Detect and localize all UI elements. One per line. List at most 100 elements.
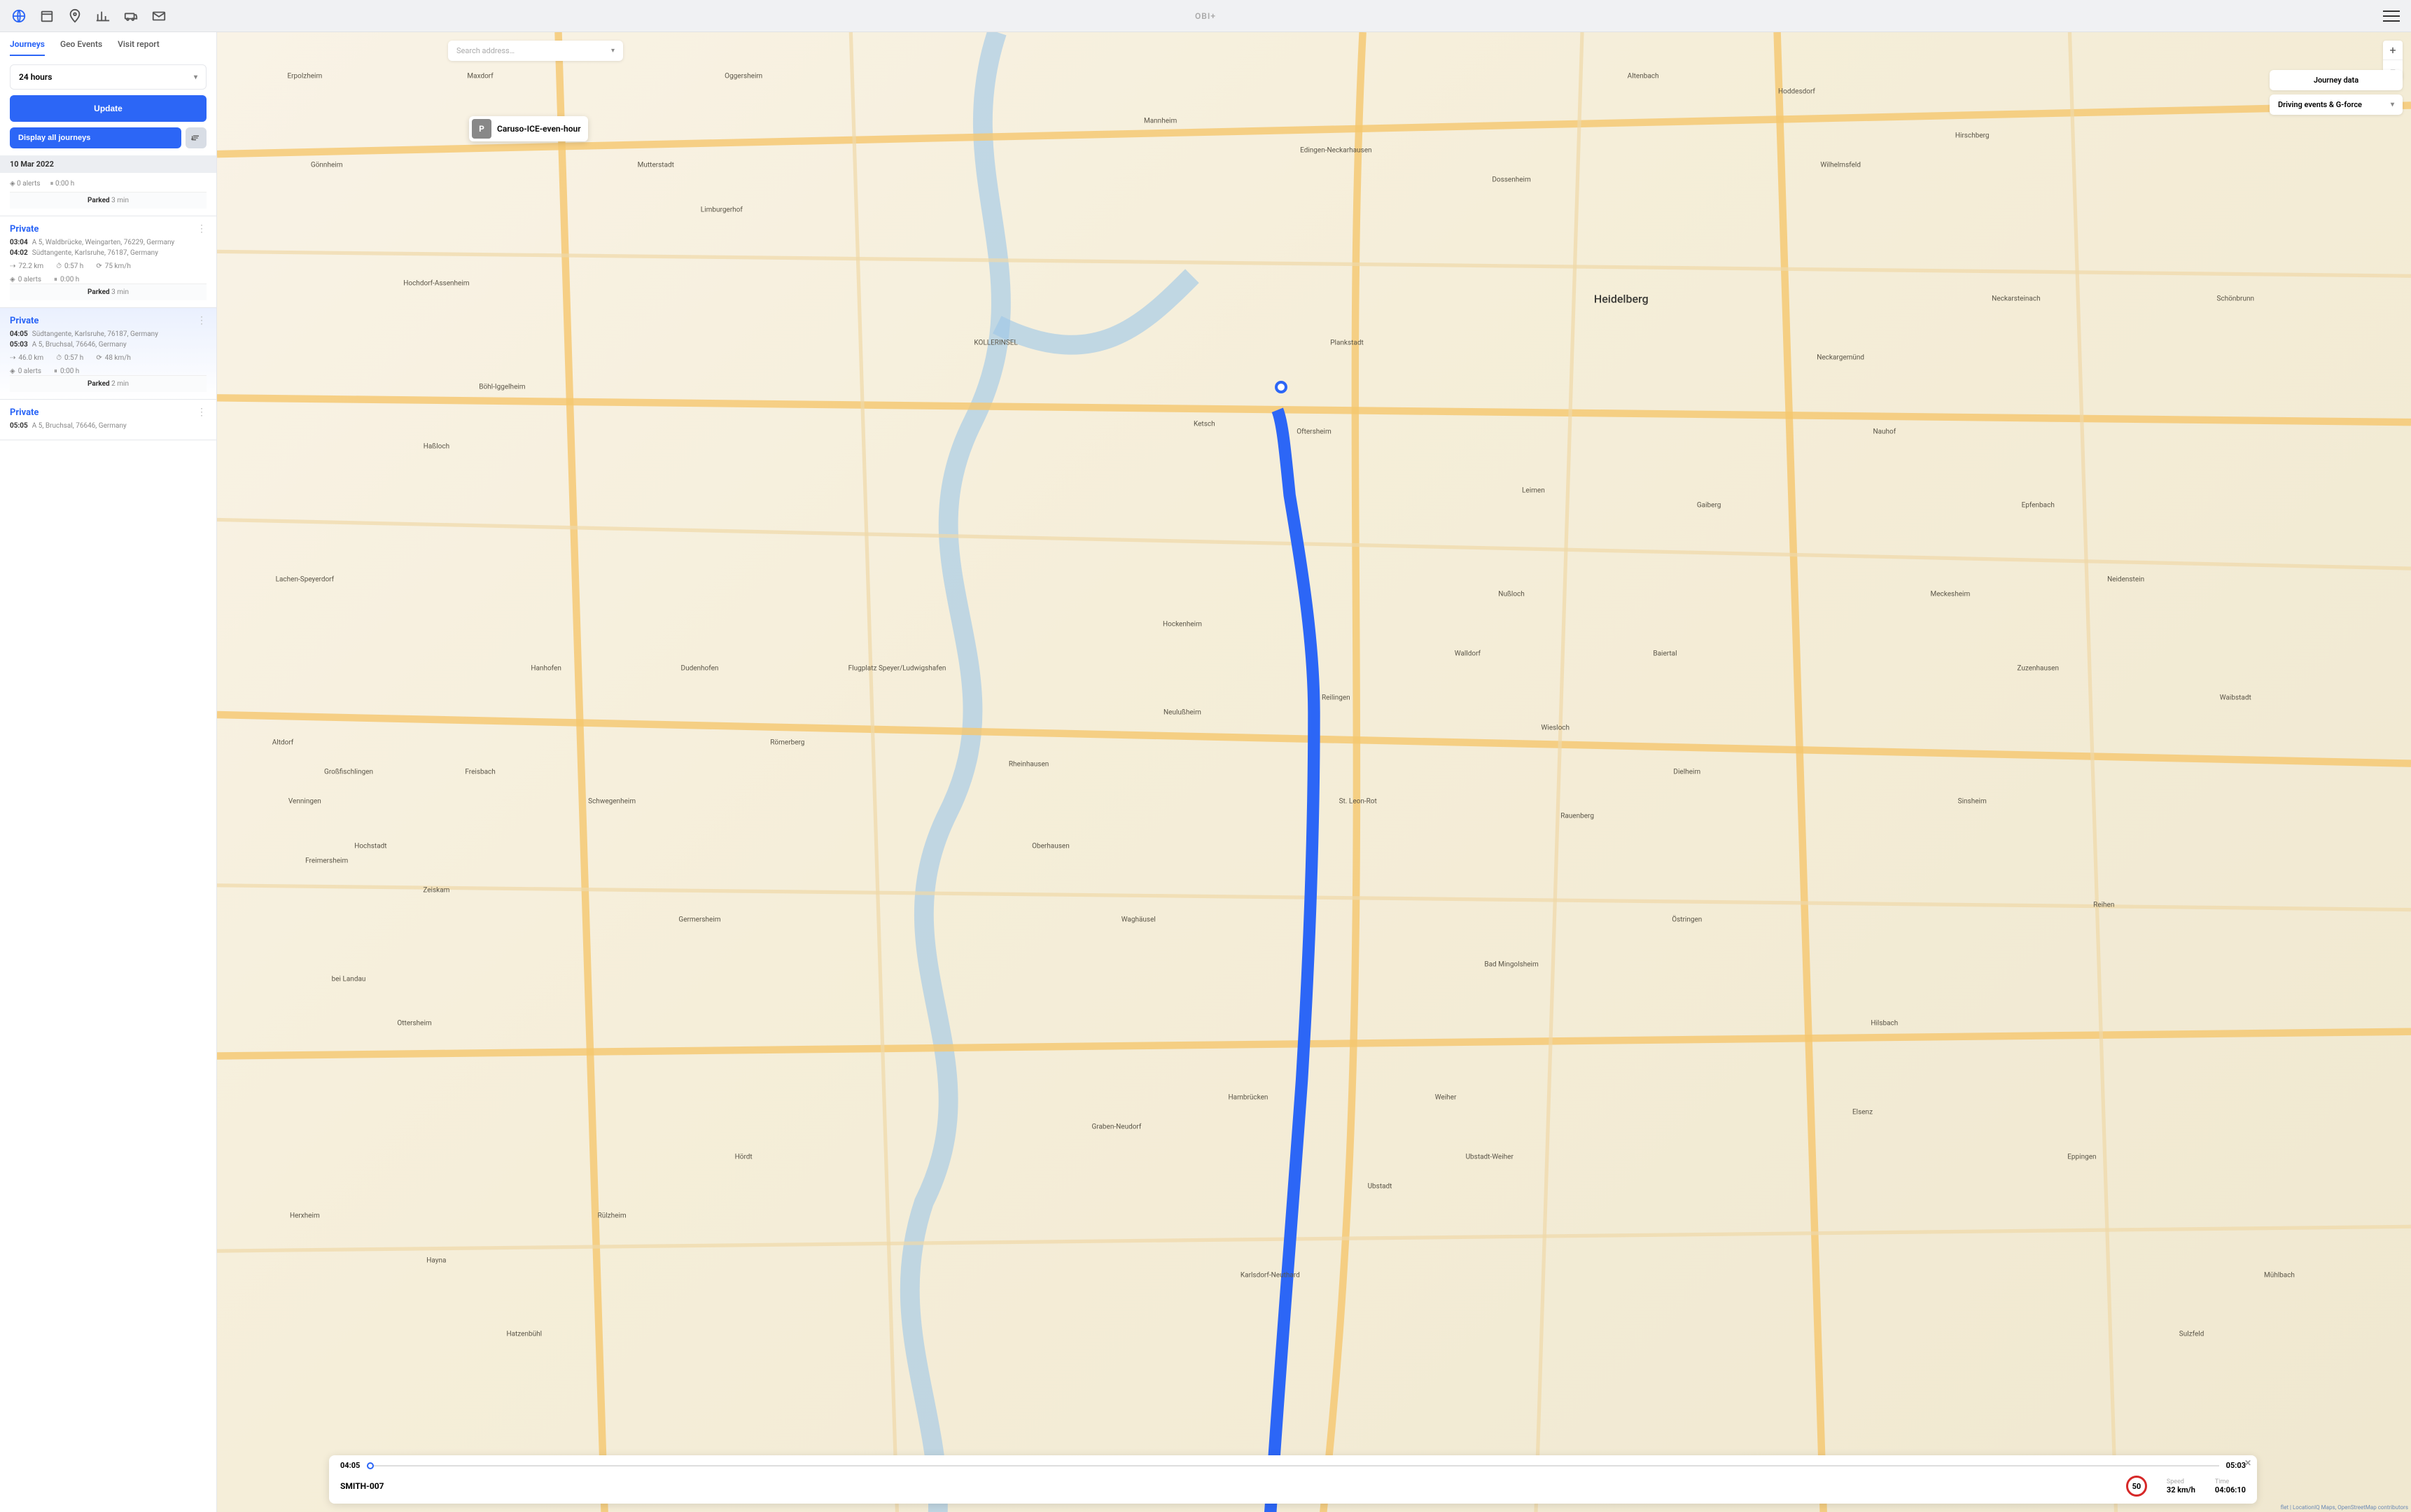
city-label: Dielheim — [1673, 769, 1700, 776]
playback-panel: 04:05 05:03 ✕ SMITH-007 50 Speed 32 km/h… — [329, 1455, 2257, 1504]
city-label: Oggersheim — [725, 73, 762, 80]
journey-card[interactable]: Private ⋮ 05:05A 5, Bruchsal, 76646, Ger… — [0, 400, 216, 440]
city-label: Nußloch — [1498, 591, 1524, 598]
display-all-button[interactable]: Display all journeys — [10, 127, 181, 148]
parking-icon: P — [472, 119, 491, 139]
city-label: Wiesloch — [1541, 724, 1570, 732]
city-label: Wilhelmsfeld — [1820, 162, 1861, 169]
map[interactable]: Heidelberg Mannheim Walldorf Wiesloch Ho… — [217, 32, 2411, 1512]
city-label: Neidenstein — [2107, 576, 2144, 584]
map-pin-icon[interactable] — [67, 8, 83, 24]
city-label: Weiher — [1435, 1094, 1457, 1102]
kebab-icon[interactable]: ⋮ — [197, 223, 207, 234]
vehicle-icon[interactable] — [123, 8, 139, 24]
calendar-icon[interactable] — [39, 8, 55, 24]
city-label: Ubstadt — [1368, 1182, 1392, 1190]
journey-card[interactable]: Private ⋮ 03:04A 5, Waldbrücke, Weingart… — [0, 216, 216, 308]
city-label: Neulußheim — [1163, 709, 1201, 717]
city-label: Hayna — [426, 1256, 446, 1264]
tab-journeys[interactable]: Journeys — [10, 39, 45, 56]
city-label: Flugplatz Speyer/Ludwigshafen — [848, 665, 946, 673]
city-label: Hirschberg — [1955, 132, 1990, 139]
journey-data-panel[interactable]: Journey data — [2270, 70, 2403, 90]
tab-visit-report[interactable]: Visit report — [118, 39, 160, 56]
driving-events-panel[interactable]: Driving events & G-force ▾ — [2270, 94, 2403, 115]
city-label: Sulzfeld — [2179, 1331, 2204, 1338]
time-range-select[interactable]: 24 hours ▾ — [10, 64, 207, 90]
city-label: Epfenbach — [2022, 502, 2055, 510]
menu-icon[interactable] — [2383, 10, 2400, 22]
city-label: Hoddesdorf — [1778, 88, 1815, 95]
update-button[interactable]: Update — [10, 95, 207, 122]
sidebar: Journeys Geo Events Visit report 24 hour… — [0, 32, 217, 1512]
city-label: Reihen — [2093, 902, 2114, 909]
city-label: Zuzenhausen — [2017, 665, 2059, 673]
city-label: Freimersheim — [305, 857, 348, 864]
city-label: Mutterstadt — [638, 162, 674, 169]
city-label: Nauhof — [1873, 428, 1896, 435]
city-label: Rauenberg — [1560, 813, 1594, 820]
city-label: Gönnheim — [311, 162, 343, 169]
city-label: Sinsheim — [1958, 798, 1987, 806]
city-label: Leimen — [1522, 487, 1545, 495]
city-label: Dossenheim — [1492, 176, 1530, 184]
speed-label: Speed — [2167, 1478, 2195, 1485]
city-label: Römerberg — [770, 738, 804, 746]
map-marker-popup[interactable]: P Caruso-ICE-even-hour — [469, 116, 588, 141]
date-header: 10 Mar 2022 — [0, 155, 216, 173]
city-label: Hambrücken — [1229, 1094, 1269, 1102]
tab-geo-events[interactable]: Geo Events — [60, 39, 102, 56]
kebab-icon[interactable]: ⋮ — [197, 407, 207, 418]
city-label: Germersheim — [678, 916, 720, 924]
kebab-icon[interactable]: ⋮ — [197, 315, 207, 326]
speed-stat: ⟳ 75 km/h — [96, 262, 131, 270]
list-sort-icon[interactable] — [186, 127, 207, 148]
city-label: Ottersheim — [397, 1020, 431, 1028]
search-address-input[interactable]: Search address… ▾ — [448, 41, 623, 61]
city-label: Hochstadt — [354, 842, 386, 850]
city-label: Mühlbach — [2264, 1271, 2295, 1279]
zoom-in-button[interactable]: + — [2383, 41, 2403, 60]
city-label: Gaiberg — [1697, 502, 1721, 510]
chart-icon[interactable] — [95, 8, 111, 24]
journey-card-selected[interactable]: Private ⋮ 04:05Südtangente, Karlsruhe, 7… — [0, 308, 216, 400]
journey-fragment: ◈ 0 alerts ⏸ 0:00 h Parked 3 min — [0, 173, 216, 216]
city-label: Plankstadt — [1330, 339, 1364, 346]
speed-value: 32 km/h — [2167, 1485, 2195, 1494]
topbar: OBI+ — [0, 0, 2411, 32]
journey-title: Private — [10, 316, 39, 326]
city-label: Neckargemünd — [1817, 354, 1864, 362]
city-label: Ubstadt-Weiher — [1466, 1153, 1514, 1161]
city-label: Großfischlingen — [324, 769, 373, 776]
timeline-slider[interactable] — [367, 1465, 2218, 1466]
city-label: Venningen — [288, 798, 321, 806]
chevron-down-icon: ▾ — [611, 47, 615, 55]
city-label: Freisbach — [465, 769, 495, 776]
city-label: Edingen-Neckarhausen — [1300, 147, 1371, 155]
map-attribution: flet | LocationIQ Maps, OpenStreetMap co… — [2281, 1504, 2408, 1511]
city-label: Karlsdorf-Neuthard — [1241, 1271, 1300, 1279]
city-label: Hilsbach — [1871, 1020, 1898, 1028]
journey-title: Private — [10, 407, 39, 418]
city-label: Schönbrunn — [2217, 295, 2254, 302]
brand-label: OBI+ — [1195, 11, 1216, 21]
city-label: Meckesheim — [1931, 591, 1971, 598]
city-label: Bad Mingolsheim — [1484, 960, 1538, 968]
mail-icon[interactable] — [151, 8, 167, 24]
city-label: Walldorf — [1455, 650, 1481, 657]
city-label: Altdorf — [272, 738, 294, 746]
city-label: Rheinhausen — [1009, 761, 1049, 769]
route-endpoint-icon — [1275, 381, 1287, 393]
city-label: Lachen-Speyerdorf — [276, 576, 335, 584]
city-label: Zeiskam — [423, 887, 449, 895]
globe-icon[interactable] — [11, 8, 27, 24]
alerts-stat: ◈ 0 alerts — [10, 276, 41, 284]
close-icon[interactable]: ✕ — [2244, 1458, 2251, 1468]
city-label: Schwegenheim — [588, 798, 636, 806]
marker-title: Caruso-ICE-even-hour — [497, 124, 581, 134]
city-label: Hatzenbühl — [506, 1331, 542, 1338]
city-label: Rülzheim — [598, 1212, 627, 1220]
city-label: bei Landau — [332, 975, 366, 983]
city-label: Oftersheim — [1297, 428, 1332, 435]
city-label: Graben-Neudorf — [1091, 1124, 1141, 1131]
